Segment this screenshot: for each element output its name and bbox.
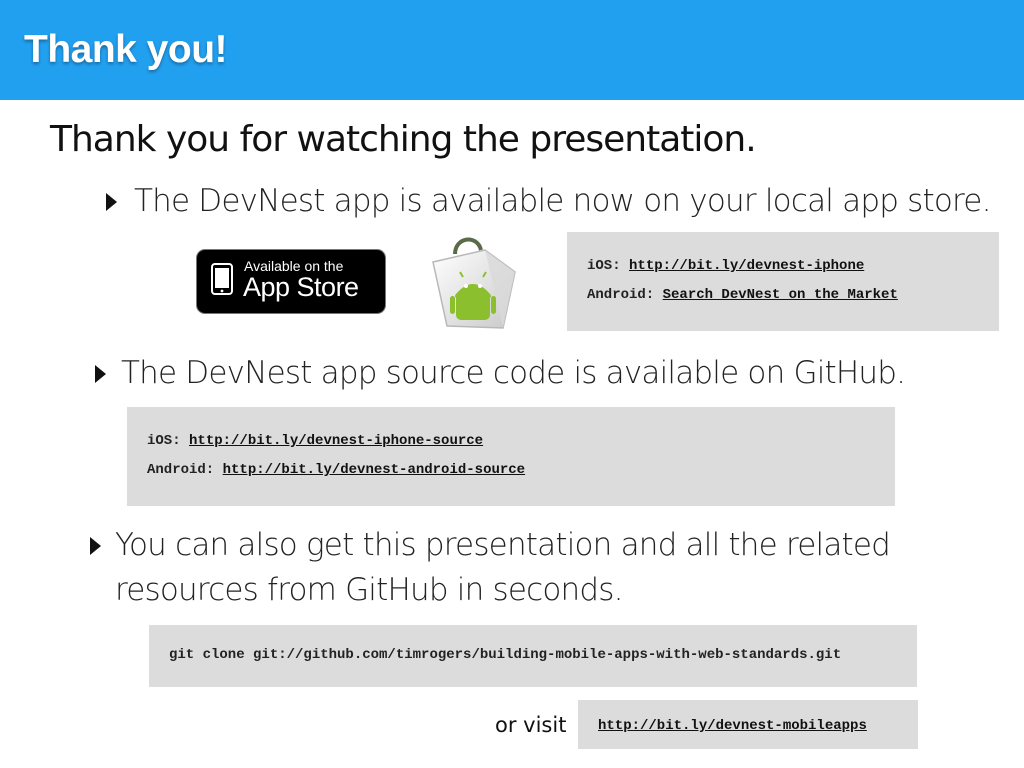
apple-icon	[211, 263, 233, 295]
bullet-text-line-1: You can also get this presentation and a…	[115, 527, 891, 563]
ios-source-line: iOS: http://bit.ly/devnest-iphone-source	[147, 433, 483, 449]
git-clone-command[interactable]: git clone git://github.com/timrogers/bui…	[169, 647, 841, 663]
git-command-box: git clone git://github.com/timrogers/bui…	[149, 625, 917, 687]
mobileapps-link[interactable]: http://bit.ly/devnest-mobileapps	[598, 718, 867, 734]
ios-app-link[interactable]: http://bit.ly/devnest-iphone	[629, 258, 864, 274]
bullet-text-line-2: resources from GitHub in seconds.	[115, 572, 623, 608]
android-source-link[interactable]: http://bit.ly/devnest-android-source	[223, 462, 525, 478]
bullet-text: The DevNest app is available now on your…	[134, 183, 991, 219]
ios-app-line: iOS: http://bit.ly/devnest-iphone	[587, 258, 864, 274]
visit-link-box: http://bit.ly/devnest-mobileapps	[578, 700, 918, 749]
source-links-box: iOS: http://bit.ly/devnest-iphone-source…	[127, 407, 895, 506]
bullet-arrow-icon	[95, 365, 106, 383]
bullet-presentation-resources: You can also get this presentation and a…	[90, 523, 891, 613]
bullet-source-code: The DevNest app source code is available…	[95, 351, 906, 396]
slide-title: Thank you!	[24, 28, 228, 71]
slide-header: Thank you!	[0, 0, 1024, 100]
app-links-box: iOS: http://bit.ly/devnest-iphone Androi…	[567, 232, 999, 331]
ios-label: iOS:	[587, 258, 621, 274]
bullet-app-available: The DevNest app is available now on your…	[106, 179, 991, 224]
android-app-line: Android: Search DevNest on the Market	[587, 287, 898, 303]
ios-label: iOS:	[147, 433, 181, 449]
app-store-badge-big-text: App Store	[243, 272, 359, 302]
android-market-bag-icon[interactable]	[425, 232, 520, 332]
bullet-arrow-icon	[90, 537, 101, 555]
android-source-line: Android: http://bit.ly/devnest-android-s…	[147, 462, 525, 478]
app-store-badge[interactable]: Available on the App Store	[197, 250, 385, 313]
bullet-arrow-icon	[106, 193, 117, 211]
or-visit-label: or visit	[495, 713, 567, 737]
android-label: Android:	[147, 462, 215, 478]
bullet-text: The DevNest app source code is available…	[121, 355, 906, 391]
slide-subtitle: Thank you for watching the presentation.	[50, 119, 757, 160]
android-app-link[interactable]: Search DevNest on the Market	[663, 287, 898, 303]
android-label: Android:	[587, 287, 655, 303]
ios-source-link[interactable]: http://bit.ly/devnest-iphone-source	[189, 433, 483, 449]
